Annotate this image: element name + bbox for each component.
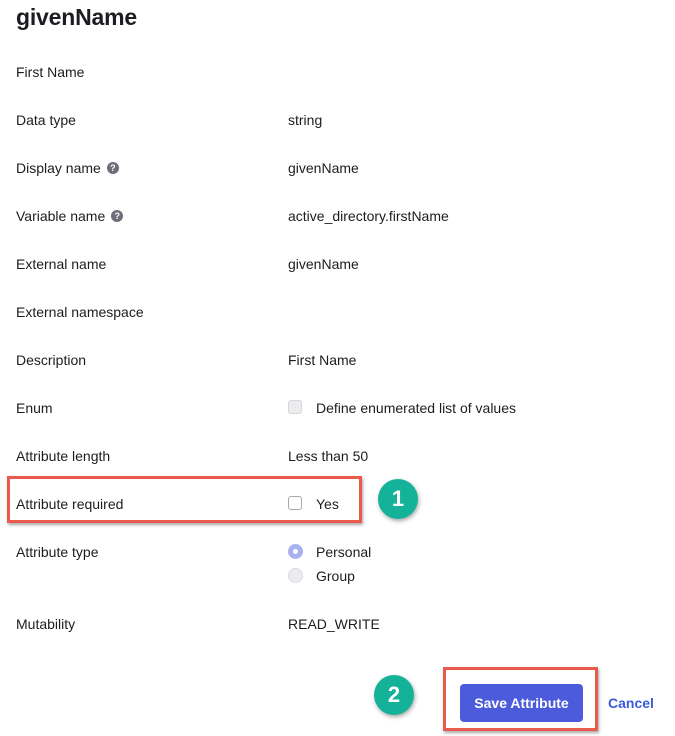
step-badge-1: 1 [378, 479, 418, 519]
external-namespace-row: External namespace [0, 300, 675, 324]
display-name-value: givenName [288, 160, 359, 176]
data-type-label: Data type [16, 112, 76, 128]
help-icon[interactable]: ? [106, 162, 119, 175]
description-label: Description [16, 352, 87, 368]
attribute-type-group-label[interactable]: Group [316, 564, 355, 588]
variable-name-label: Variable name? [16, 204, 124, 228]
display-name-label: Display name? [16, 156, 119, 180]
subtitle-row: First Name [0, 60, 675, 84]
attribute-type-group-radio[interactable] [288, 568, 303, 583]
enum-checkbox-label: Define enumerated list of values [316, 400, 516, 416]
attribute-type-personal-radio[interactable] [288, 544, 303, 559]
mutability-label: Mutability [16, 616, 76, 632]
description-value: First Name [288, 352, 357, 368]
step-badge-2: 2 [374, 675, 414, 715]
enum-checkbox[interactable] [288, 400, 302, 414]
variable-name-row: Variable name? active_directory.firstNam… [0, 204, 675, 228]
external-name-value: givenName [288, 256, 359, 272]
data-type-value: string [288, 112, 323, 128]
highlight-attribute-required [7, 476, 362, 523]
variable-name-label-text: Variable name [16, 208, 106, 224]
data-type-row: Data type string [0, 108, 675, 132]
display-name-label-text: Display name [16, 160, 101, 176]
attribute-type-row: Attribute type Personal Group [0, 540, 675, 588]
attribute-type-label: Attribute type [16, 544, 99, 560]
attribute-length-value: Less than 50 [288, 448, 369, 464]
external-name-label: External name [16, 256, 107, 272]
mutability-row: Mutability READ_WRITE [0, 612, 675, 636]
enum-label: Enum [16, 400, 53, 416]
external-name-row: External name givenName [0, 252, 675, 276]
mutability-value: READ_WRITE [288, 616, 380, 632]
cancel-link[interactable]: Cancel [608, 692, 654, 714]
save-attribute-button[interactable]: Save Attribute [460, 684, 583, 722]
variable-name-value: active_directory.firstName [288, 208, 449, 224]
attribute-length-row: Attribute length Less than 50 [0, 444, 675, 468]
description-row: Description First Name [0, 348, 675, 372]
page-subtitle: First Name [16, 64, 85, 80]
enum-row: Enum Define enumerated list of values [0, 396, 675, 420]
display-name-row: Display name? givenName [0, 156, 675, 180]
page-title: givenName [16, 4, 137, 30]
attribute-type-personal-label[interactable]: Personal [316, 540, 371, 564]
external-namespace-label: External namespace [16, 304, 144, 320]
attribute-length-label: Attribute length [16, 448, 111, 464]
help-icon[interactable]: ? [111, 210, 124, 223]
